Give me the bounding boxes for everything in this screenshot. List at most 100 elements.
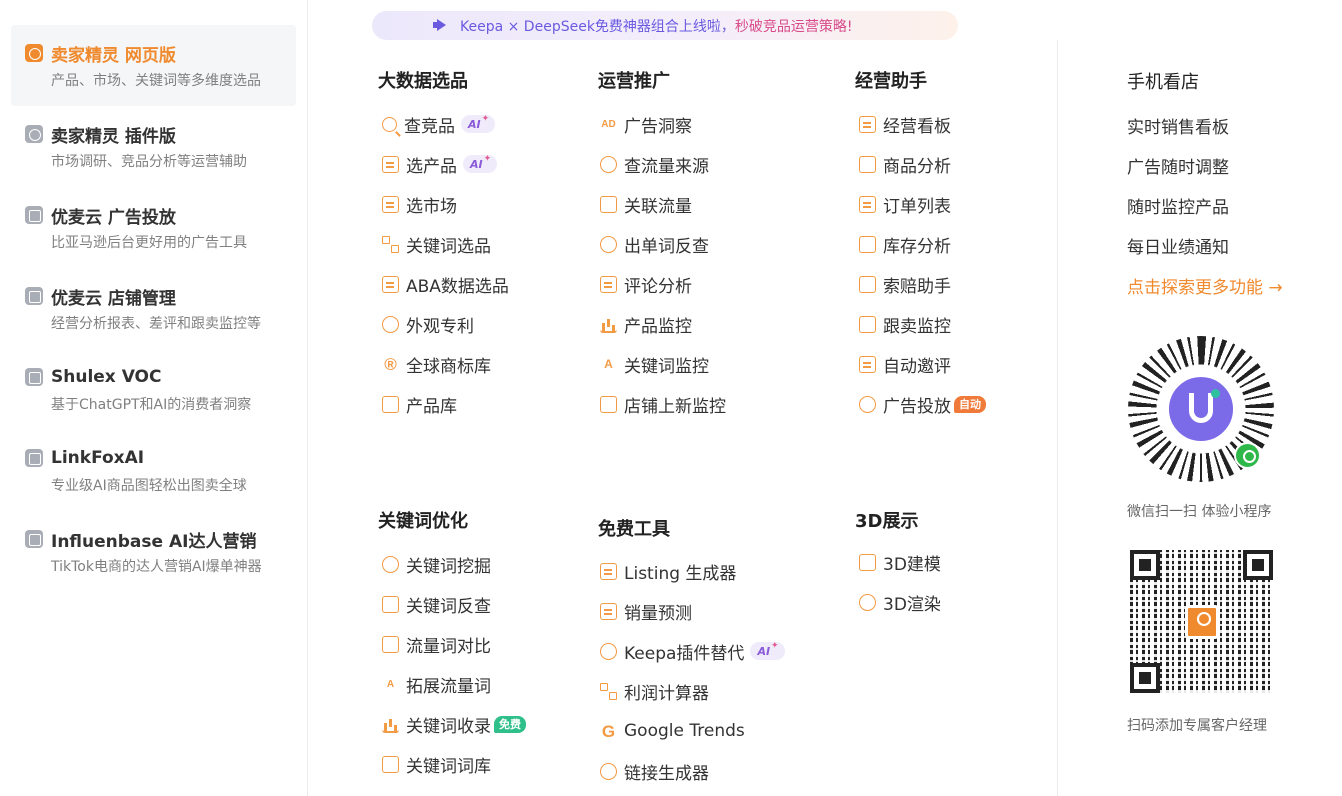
linkfox-icon (25, 449, 43, 467)
ai-badge-label: AI (470, 157, 483, 171)
menu-item-related-traffic[interactable]: 关联流量 (600, 192, 692, 217)
menu-item-3d-modeling[interactable]: 3D建模 (859, 550, 941, 575)
menu-item-label: 广告洞察 (624, 116, 692, 137)
product-web-version[interactable]: 卖家精灵 网页版 产品、市场、关键词等多维度选品 (11, 25, 296, 106)
menu-item-listing-generator[interactable]: Listing 生成器 (600, 559, 736, 584)
listing-icon (600, 562, 617, 580)
menu-item-claim-assistant[interactable]: 索赔助手 (859, 272, 951, 297)
menu-item-label: 关键词反查 (406, 596, 491, 617)
product-name: 卖家精灵 插件版 (51, 126, 176, 147)
menu-item-label: 全球商标库 (406, 356, 491, 377)
menu-item-ad-placement[interactable]: 广告投放 自动 (859, 392, 986, 417)
menu-item-keyword-index[interactable]: 关键词收录 免费 (382, 712, 526, 737)
menu-item-keyword-library[interactable]: 关键词词库 (382, 752, 491, 777)
menu-item-sales-forecast[interactable]: 销量预测 (600, 599, 692, 624)
promo-banner[interactable]: Keepa × DeepSeek免费神器组合上线啦， 秒破竞品运营策略! (372, 11, 958, 40)
trend-icon (600, 602, 617, 620)
menu-item-label: 3D建模 (883, 554, 941, 575)
menu-item-keyword-product[interactable]: 关键词选品 (382, 232, 491, 257)
menu-item-product-library[interactable]: 产品库 (382, 392, 457, 417)
menu-item-label: 关键词收录 (406, 716, 491, 737)
menu-item-expand-traffic-keyword[interactable]: A 拓展流量词 (382, 672, 491, 697)
menu-item-keyword-mining[interactable]: 关键词挖掘 (382, 552, 491, 577)
menu-item-label: 自动邀评 (883, 356, 951, 377)
link-icon (600, 762, 617, 780)
menu-item-competitor-lookup[interactable]: 查竞品 AI ✦ (382, 112, 496, 137)
library-icon (382, 755, 399, 773)
menu-item-order-keyword-reverse[interactable]: 出单词反查 (600, 232, 709, 257)
claim-icon (859, 275, 876, 293)
calculator-icon (600, 682, 617, 700)
mobile-item-realtime-sales[interactable]: 实时销售看板 (1127, 113, 1229, 138)
product-desc: TikTok电商的达人营销AI爆单神器 (51, 559, 262, 575)
product-desc: 市场调研、竞品分析等运营辅助 (51, 154, 247, 170)
menu-item-label: 店铺上新监控 (624, 396, 726, 417)
menu-item-label: 广告投放 (883, 396, 951, 417)
product-name: Shulex VOC (51, 367, 162, 387)
product-shulex-voc[interactable]: Shulex VOC 基于ChatGPT和AI的消费者洞察 (11, 349, 296, 430)
filter-icon (382, 155, 399, 173)
banner-highlight: 秒破竞品运营策略! (734, 18, 853, 35)
product-name: 优麦云 店铺管理 (51, 288, 176, 309)
search-icon (382, 116, 397, 132)
menu-item-market-select[interactable]: 选市场 (382, 192, 457, 217)
menu-item-label: 利润计算器 (624, 683, 709, 704)
mobile-item-ad-adjust[interactable]: 广告随时调整 (1127, 153, 1229, 178)
comment-icon (600, 275, 617, 293)
menu-item-product-select[interactable]: 选产品 AI ✦ (382, 152, 498, 177)
menu-item-dashboard[interactable]: 经营看板 (859, 112, 951, 137)
product-store-management[interactable]: 优麦云 店铺管理 经营分析报表、差评和跟卖监控等 (11, 268, 296, 349)
menu-item-traffic-keyword-compare[interactable]: 流量词对比 (382, 632, 491, 657)
menu-item-label: 跟卖监控 (883, 316, 951, 337)
expand-keyword-icon: A (386, 678, 395, 690)
influencer-icon (25, 530, 43, 548)
product-plugin-version[interactable]: 卖家精灵 插件版 市场调研、竞品分析等运营辅助 (11, 106, 296, 187)
menu-item-hijack-monitor[interactable]: 跟卖监控 (859, 312, 951, 337)
free-badge: 免费 (494, 715, 526, 733)
product-name: 卖家精灵 网页版 (51, 45, 176, 66)
product-desc: 专业级AI商品图轻松出图卖全球 (51, 478, 247, 494)
menu-item-keyword-reverse[interactable]: 关键词反查 (382, 592, 491, 617)
menu-item-inventory-analysis[interactable]: 库存分析 (859, 232, 951, 257)
menu-item-keyword-monitor[interactable]: A 关键词监控 (600, 352, 709, 377)
product-linkfoxai[interactable]: LinkFoxAI 专业级AI商品图轻松出图卖全球 (11, 430, 296, 511)
menu-item-aba-data[interactable]: ABA数据选品 (382, 272, 509, 297)
menu-item-link-generator[interactable]: 链接生成器 (600, 759, 709, 784)
menu-item-label: 库存分析 (883, 236, 951, 257)
voc-icon (25, 368, 43, 386)
bag-icon (859, 315, 876, 333)
mobile-item-product-monitor[interactable]: 随时监控产品 (1127, 193, 1229, 218)
menu-item-ad-insight[interactable]: AD 广告洞察 (600, 112, 692, 137)
menu-item-label: 关联流量 (624, 196, 692, 217)
menu-item-label: Keepa插件替代 (624, 643, 745, 664)
mobile-item-daily-report[interactable]: 每日业绩通知 (1127, 233, 1229, 258)
chart-icon (382, 275, 399, 293)
menu-item-label: 3D渲染 (883, 594, 941, 615)
product-influenbase[interactable]: Influenbase AI达人营销 TikTok电商的达人营销AI爆单神器 (11, 511, 296, 592)
menu-item-google-trends[interactable]: G Google Trends (600, 719, 745, 743)
section-title-ops: 运营推广 (598, 71, 670, 92)
menu-item-product-monitor[interactable]: 产品监控 (600, 312, 692, 337)
menu-item-review-analysis[interactable]: 评论分析 (600, 272, 692, 297)
auto-badge: 自动 (954, 395, 986, 413)
menu-item-design-patent[interactable]: 外观专利 (382, 312, 474, 337)
product-desc: 产品、市场、关键词等多维度选品 (51, 73, 261, 89)
menu-item-order-list[interactable]: 订单列表 (859, 192, 951, 217)
menu-item-keepa-alternative[interactable]: Keepa插件替代 AI ✦ (600, 639, 785, 664)
menu-item-profit-calculator[interactable]: 利润计算器 (600, 679, 709, 704)
market-icon (382, 195, 399, 213)
menu-item-auto-review-request[interactable]: 自动邀评 (859, 352, 951, 377)
product-ad-placement[interactable]: 优麦云 广告投放 比亚马逊后台更好用的广告工具 (11, 187, 296, 268)
section-title-big-data: 大数据选品 (378, 71, 468, 92)
cube-icon (382, 395, 399, 413)
menu-item-trademark[interactable]: ® 全球商标库 (382, 352, 491, 377)
menu-item-3d-rendering[interactable]: 3D渲染 (859, 590, 941, 615)
explore-more-link[interactable]: 点击探索更多功能 → (1127, 273, 1283, 298)
menu-item-label: 出单词反查 (624, 236, 709, 257)
product-sidebar: 卖家精灵 网页版 产品、市场、关键词等多维度选品 卖家精灵 插件版 市场调研、竞… (0, 0, 308, 796)
menu-item-store-new-monitor[interactable]: 店铺上新监控 (600, 392, 726, 417)
menu-item-product-analysis[interactable]: 商品分析 (859, 152, 951, 177)
database-icon (382, 555, 399, 573)
menu-item-label: Google Trends (624, 721, 745, 741)
menu-item-traffic-source[interactable]: 查流量来源 (600, 152, 709, 177)
